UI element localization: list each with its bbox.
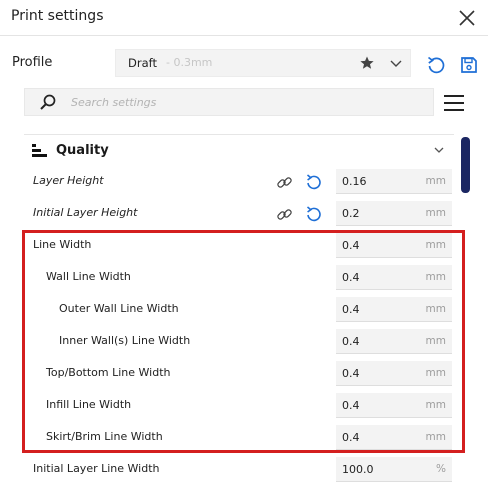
save-icon[interactable] [459, 55, 479, 75]
setting-value: 0.4 [342, 303, 360, 316]
setting-unit: mm [425, 271, 446, 283]
setting-value: 0.4 [342, 239, 360, 252]
setting-row-wall-line-width: Wall Line Width 0.4 mm [24, 262, 454, 294]
setting-value: 0.4 [342, 399, 360, 412]
setting-value: 0.2 [342, 207, 360, 220]
setting-value: 100.0 [342, 463, 374, 476]
setting-unit: mm [425, 399, 446, 411]
setting-value: 0.4 [342, 335, 360, 348]
setting-input[interactable]: 100.0 % [336, 457, 452, 482]
setting-value: 0.4 [342, 271, 360, 284]
reset-icon[interactable] [305, 173, 323, 191]
setting-input[interactable]: 0.16 mm [336, 169, 452, 194]
profile-row: Profile Draft - 0.3mm [0, 46, 488, 82]
setting-value: 0.16 [342, 175, 367, 188]
setting-label: Initial Layer Line Width [33, 462, 160, 475]
setting-unit: mm [425, 367, 446, 379]
scrollbar-thumb[interactable] [461, 137, 470, 193]
setting-unit: mm [425, 207, 446, 219]
setting-row-top-bottom-line-width: Top/Bottom Line Width 0.4 mm [24, 358, 454, 390]
setting-label: Skirt/Brim Line Width [46, 430, 163, 443]
category-label: Quality [56, 143, 109, 158]
setting-label: Initial Layer Height [33, 206, 138, 219]
setting-input[interactable]: 0.4 mm [336, 425, 452, 450]
profile-detail: - 0.3mm [166, 56, 213, 69]
setting-unit: % [436, 463, 446, 475]
setting-label: Inner Wall(s) Line Width [59, 334, 191, 347]
setting-row-initial-layer-line-width: Initial Layer Line Width 100.0 % [24, 454, 454, 486]
setting-row-initial-layer-height: Initial Layer Height 0.2 mm [24, 198, 454, 230]
close-icon[interactable] [456, 7, 478, 29]
setting-label: Outer Wall Line Width [59, 302, 179, 315]
setting-value: 0.4 [342, 431, 360, 444]
setting-unit: mm [425, 335, 446, 347]
link-icon[interactable] [276, 174, 293, 191]
setting-input[interactable]: 0.4 mm [336, 297, 452, 322]
link-icon[interactable] [276, 206, 293, 223]
setting-label: Line Width [33, 238, 92, 251]
chevron-down-icon [390, 60, 402, 67]
window-title: Print settings [11, 8, 104, 24]
setting-input[interactable]: 0.4 mm [336, 329, 452, 354]
reset-icon[interactable] [426, 55, 446, 75]
setting-input[interactable]: 0.4 mm [336, 361, 452, 386]
setting-row-outer-wall-line-width: Outer Wall Line Width 0.4 mm [24, 294, 454, 326]
hamburger-menu-icon[interactable] [443, 92, 465, 114]
profile-label: Profile [12, 55, 53, 70]
star-icon[interactable] [359, 55, 375, 71]
profile-name: Draft [128, 56, 157, 70]
title-bar: Print settings [0, 0, 488, 36]
profile-dropdown[interactable]: Draft - 0.3mm [115, 49, 411, 77]
chevron-down-icon [434, 147, 444, 153]
reset-icon[interactable] [305, 205, 323, 223]
divider [24, 134, 454, 135]
setting-input[interactable]: 0.4 mm [336, 233, 452, 258]
setting-row-infill-line-width: Infill Line Width 0.4 mm [24, 390, 454, 422]
search-input[interactable]: Search settings [24, 88, 434, 116]
setting-row-layer-height: Layer Height 0.16 mm [24, 166, 454, 198]
setting-label: Wall Line Width [46, 270, 131, 283]
setting-row-skirt-brim-line-width: Skirt/Brim Line Width 0.4 mm [24, 422, 454, 454]
setting-label: Infill Line Width [46, 398, 132, 411]
setting-label: Layer Height [33, 174, 104, 187]
setting-row-line-width: Line Width 0.4 mm [24, 230, 454, 262]
setting-label: Top/Bottom Line Width [46, 366, 171, 379]
setting-input[interactable]: 0.4 mm [336, 393, 452, 418]
quality-icon [32, 144, 47, 157]
setting-input[interactable]: 0.4 mm [336, 265, 452, 290]
setting-unit: mm [425, 239, 446, 251]
setting-row-inner-wall-line-width: Inner Wall(s) Line Width 0.4 mm [24, 326, 454, 358]
setting-value: 0.4 [342, 367, 360, 380]
setting-unit: mm [425, 303, 446, 315]
search-placeholder: Search settings [71, 96, 157, 109]
setting-unit: mm [425, 431, 446, 443]
category-quality-header[interactable]: Quality [24, 138, 454, 164]
search-icon [40, 94, 56, 110]
setting-input[interactable]: 0.2 mm [336, 201, 452, 226]
setting-unit: mm [425, 175, 446, 187]
